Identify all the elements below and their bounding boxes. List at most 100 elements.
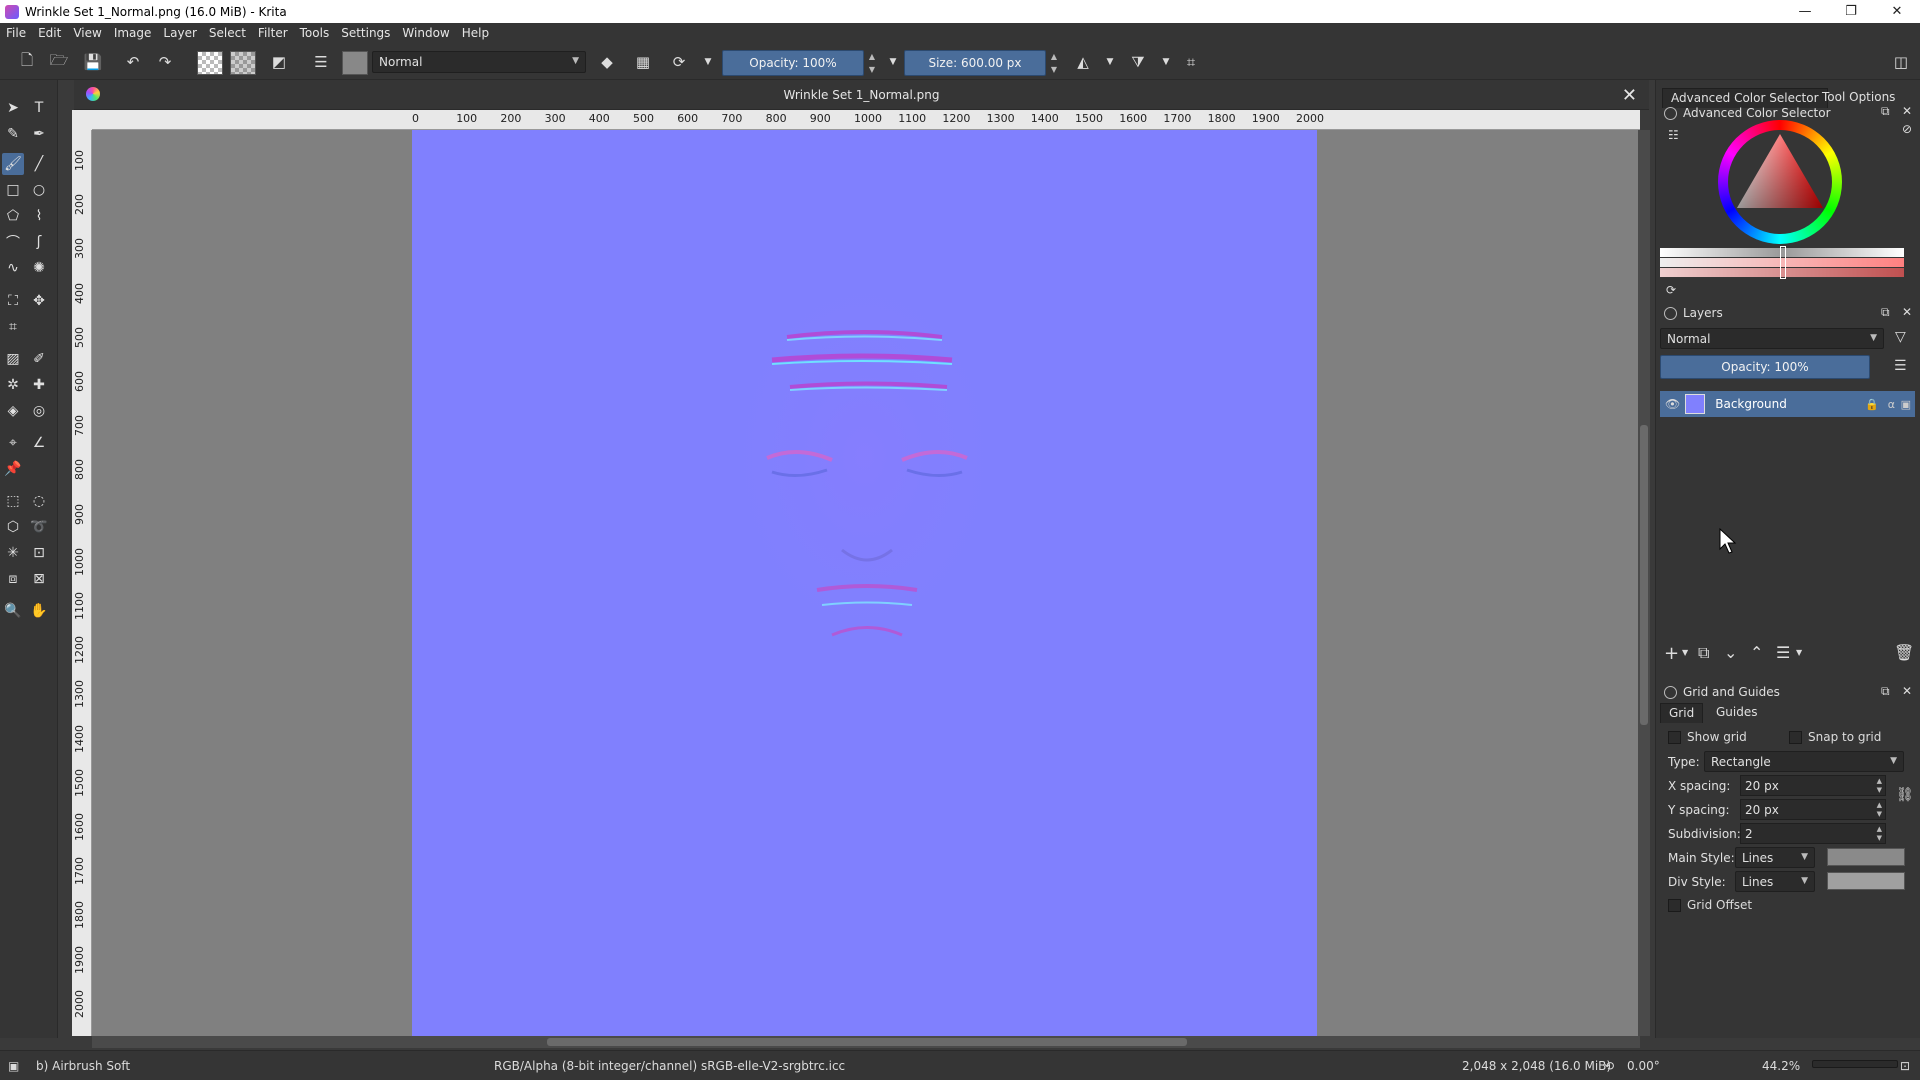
color-sampler-tool-icon[interactable]: ✐ [28, 348, 50, 370]
div-style-select[interactable]: Lines ▼ [1735, 871, 1815, 892]
reset-color-icon[interactable]: ⊘ [1902, 122, 1912, 136]
menu-edit[interactable]: Edit [38, 26, 61, 40]
main-style-select[interactable]: Lines ▼ [1735, 847, 1815, 868]
move-layer-down-icon[interactable]: ⌄ [1724, 643, 1737, 662]
chevron-down-icon[interactable]: ▼ [1155, 51, 1177, 73]
checkbox-box[interactable] [1668, 898, 1681, 912]
float-docker-icon[interactable]: ⧉ [1881, 305, 1890, 320]
measure-tool-icon[interactable]: ∠ [28, 432, 50, 454]
assistant-tool-icon[interactable]: ⌖ [2, 432, 24, 454]
select-shapes-tool-icon[interactable]: ➤ [2, 97, 24, 119]
y-spacing-input[interactable]: 20 px ▲ ▼ [1740, 799, 1886, 820]
move-layer-up-icon[interactable]: ⌃ [1750, 643, 1763, 662]
text-tool-icon[interactable]: T [28, 97, 50, 119]
polygon-tool-icon[interactable]: ⬠ [2, 205, 24, 227]
link-spacing-icon[interactable]: ⛓ [1896, 787, 1914, 803]
layer-opacity-slider[interactable]: Opacity: 100% [1660, 355, 1870, 379]
redo-icon[interactable]: ↷ [154, 51, 176, 73]
minimize-button[interactable]: — [1782, 0, 1828, 23]
spin-arrows[interactable]: ▲ ▼ [1877, 777, 1882, 795]
chevron-down-icon[interactable]: ▼ [1099, 51, 1121, 73]
menu-tools[interactable]: Tools [300, 26, 330, 40]
freehand-path-tool-icon[interactable]: ʃ [28, 231, 50, 253]
spin-arrows[interactable]: ▲ ▼ [1877, 825, 1882, 843]
slider-handle[interactable] [1780, 246, 1786, 279]
hue-ring[interactable] [1718, 120, 1842, 244]
save-icon[interactable]: 💾 [82, 51, 104, 73]
menu-file[interactable]: File [6, 26, 26, 40]
brush-settings-icon[interactable]: ☰ [310, 51, 332, 73]
duplicate-layer-icon[interactable]: ⧉ [1698, 643, 1709, 663]
rectangle-tool-icon[interactable]: □ [2, 179, 24, 201]
horizontal-scrollbar[interactable] [92, 1036, 1640, 1048]
layer-menu-icon[interactable]: ☰ [1894, 358, 1907, 374]
lock-icon[interactable] [1664, 106, 1677, 120]
document-tab-title[interactable]: Wrinkle Set 1_Normal.png [74, 88, 1649, 102]
inherit-alpha-icon[interactable]: ▣ [1901, 398, 1911, 411]
close-docker-icon[interactable]: ✕ [1902, 684, 1912, 698]
bezier-tool-icon[interactable]: ⌒ [2, 231, 24, 253]
enclose-fill-tool-icon[interactable]: ◎ [28, 400, 50, 422]
close-document-icon[interactable]: ✕ [1622, 85, 1637, 106]
line-tool-icon[interactable]: ╱ [28, 153, 50, 175]
menu-filter[interactable]: Filter [258, 26, 288, 40]
pattern-preset-swatch[interactable] [230, 51, 256, 75]
tab-tool-options[interactable]: Tool Options [1814, 88, 1903, 108]
menu-window[interactable]: Window [402, 26, 449, 40]
refresh-icon[interactable]: ⟳ [1666, 283, 1676, 297]
menu-help[interactable]: Help [462, 26, 489, 40]
maximize-button[interactable]: ❐ [1828, 0, 1874, 23]
tab-grid[interactable]: Grid [1660, 703, 1704, 723]
polygonal-selection-tool-icon[interactable]: ⬡ [2, 516, 24, 538]
freehand-brush-tool-icon[interactable]: 🖌 [2, 153, 24, 175]
tab-guides[interactable]: Guides [1708, 703, 1766, 723]
spin-arrows[interactable]: ▲ ▼ [1877, 801, 1882, 819]
workspace-chooser-icon[interactable]: ◫ [1890, 51, 1912, 73]
lock-icon[interactable] [1664, 685, 1677, 699]
lock-icon[interactable] [1664, 306, 1677, 320]
foreground-background-color-icon[interactable]: ◩ [268, 51, 290, 73]
opacity-slider[interactable]: Opacity: 100% [722, 50, 864, 76]
snap-to-grid-checkbox[interactable]: Snap to grid [1789, 730, 1881, 744]
vertical-scroll-thumb[interactable] [1640, 425, 1648, 725]
reload-preset-icon[interactable]: ⟳ [668, 51, 690, 73]
checkbox-box[interactable] [1789, 730, 1802, 744]
brush-size-slider[interactable]: Size: 600.00 px [904, 50, 1046, 76]
brush-preset-icon[interactable] [342, 51, 368, 75]
zoom-slider[interactable] [1812, 1060, 1898, 1068]
mirror-vertical-icon[interactable]: ⧩ [1127, 51, 1149, 73]
magnetic-selection-tool-icon[interactable]: ⊠ [28, 568, 50, 590]
canvas-viewport[interactable] [92, 130, 1640, 1036]
menu-select[interactable]: Select [209, 26, 246, 40]
contiguous-selection-tool-icon[interactable]: ✳ [2, 542, 24, 564]
float-docker-icon[interactable]: ⧉ [1881, 684, 1890, 699]
vertical-scrollbar[interactable] [1638, 130, 1650, 1036]
undo-icon[interactable]: ↶ [122, 51, 144, 73]
menu-image[interactable]: Image [114, 26, 152, 40]
crop-tool-icon[interactable]: ⌗ [2, 316, 24, 338]
checkbox-box[interactable] [1668, 730, 1681, 744]
size-spinner[interactable]: ▲ ▼ [1047, 50, 1061, 76]
gradient-preset-swatch[interactable] [197, 51, 223, 75]
close-docker-icon[interactable]: ✕ [1902, 305, 1912, 319]
rotation-icon[interactable]: ⟲ [1604, 1059, 1614, 1073]
color-selector-settings-icon[interactable]: ☷ [1668, 128, 1679, 142]
chevron-down-icon[interactable]: ▼ [882, 51, 904, 73]
close-window-button[interactable]: ✕ [1874, 0, 1920, 23]
menu-view[interactable]: View [73, 26, 101, 40]
float-docker-icon[interactable]: ⧉ [1881, 104, 1890, 119]
pan-tool-icon[interactable]: ✋ [28, 600, 50, 622]
close-docker-icon[interactable]: ✕ [1902, 104, 1912, 118]
new-document-icon[interactable]: 🗋 [16, 51, 38, 73]
similar-color-selection-tool-icon[interactable]: ⊡ [28, 542, 50, 564]
layer-properties-icon[interactable]: ☰ [1776, 643, 1790, 662]
grid-offset-checkbox[interactable]: Grid Offset [1668, 898, 1752, 912]
chevron-down-icon[interactable]: ▼ [1796, 648, 1802, 657]
transform-tool-icon[interactable]: ⛶ [2, 290, 24, 312]
ellipse-tool-icon[interactable]: ○ [28, 179, 50, 201]
horizontal-scroll-thumb[interactable] [547, 1038, 1187, 1046]
polyline-tool-icon[interactable]: ⌇ [28, 205, 50, 227]
alpha-lock-icon[interactable]: α [1888, 398, 1895, 411]
saturation-value-triangle[interactable] [1718, 120, 1842, 244]
mirror-horizontal-icon[interactable]: ◭ [1072, 51, 1094, 73]
